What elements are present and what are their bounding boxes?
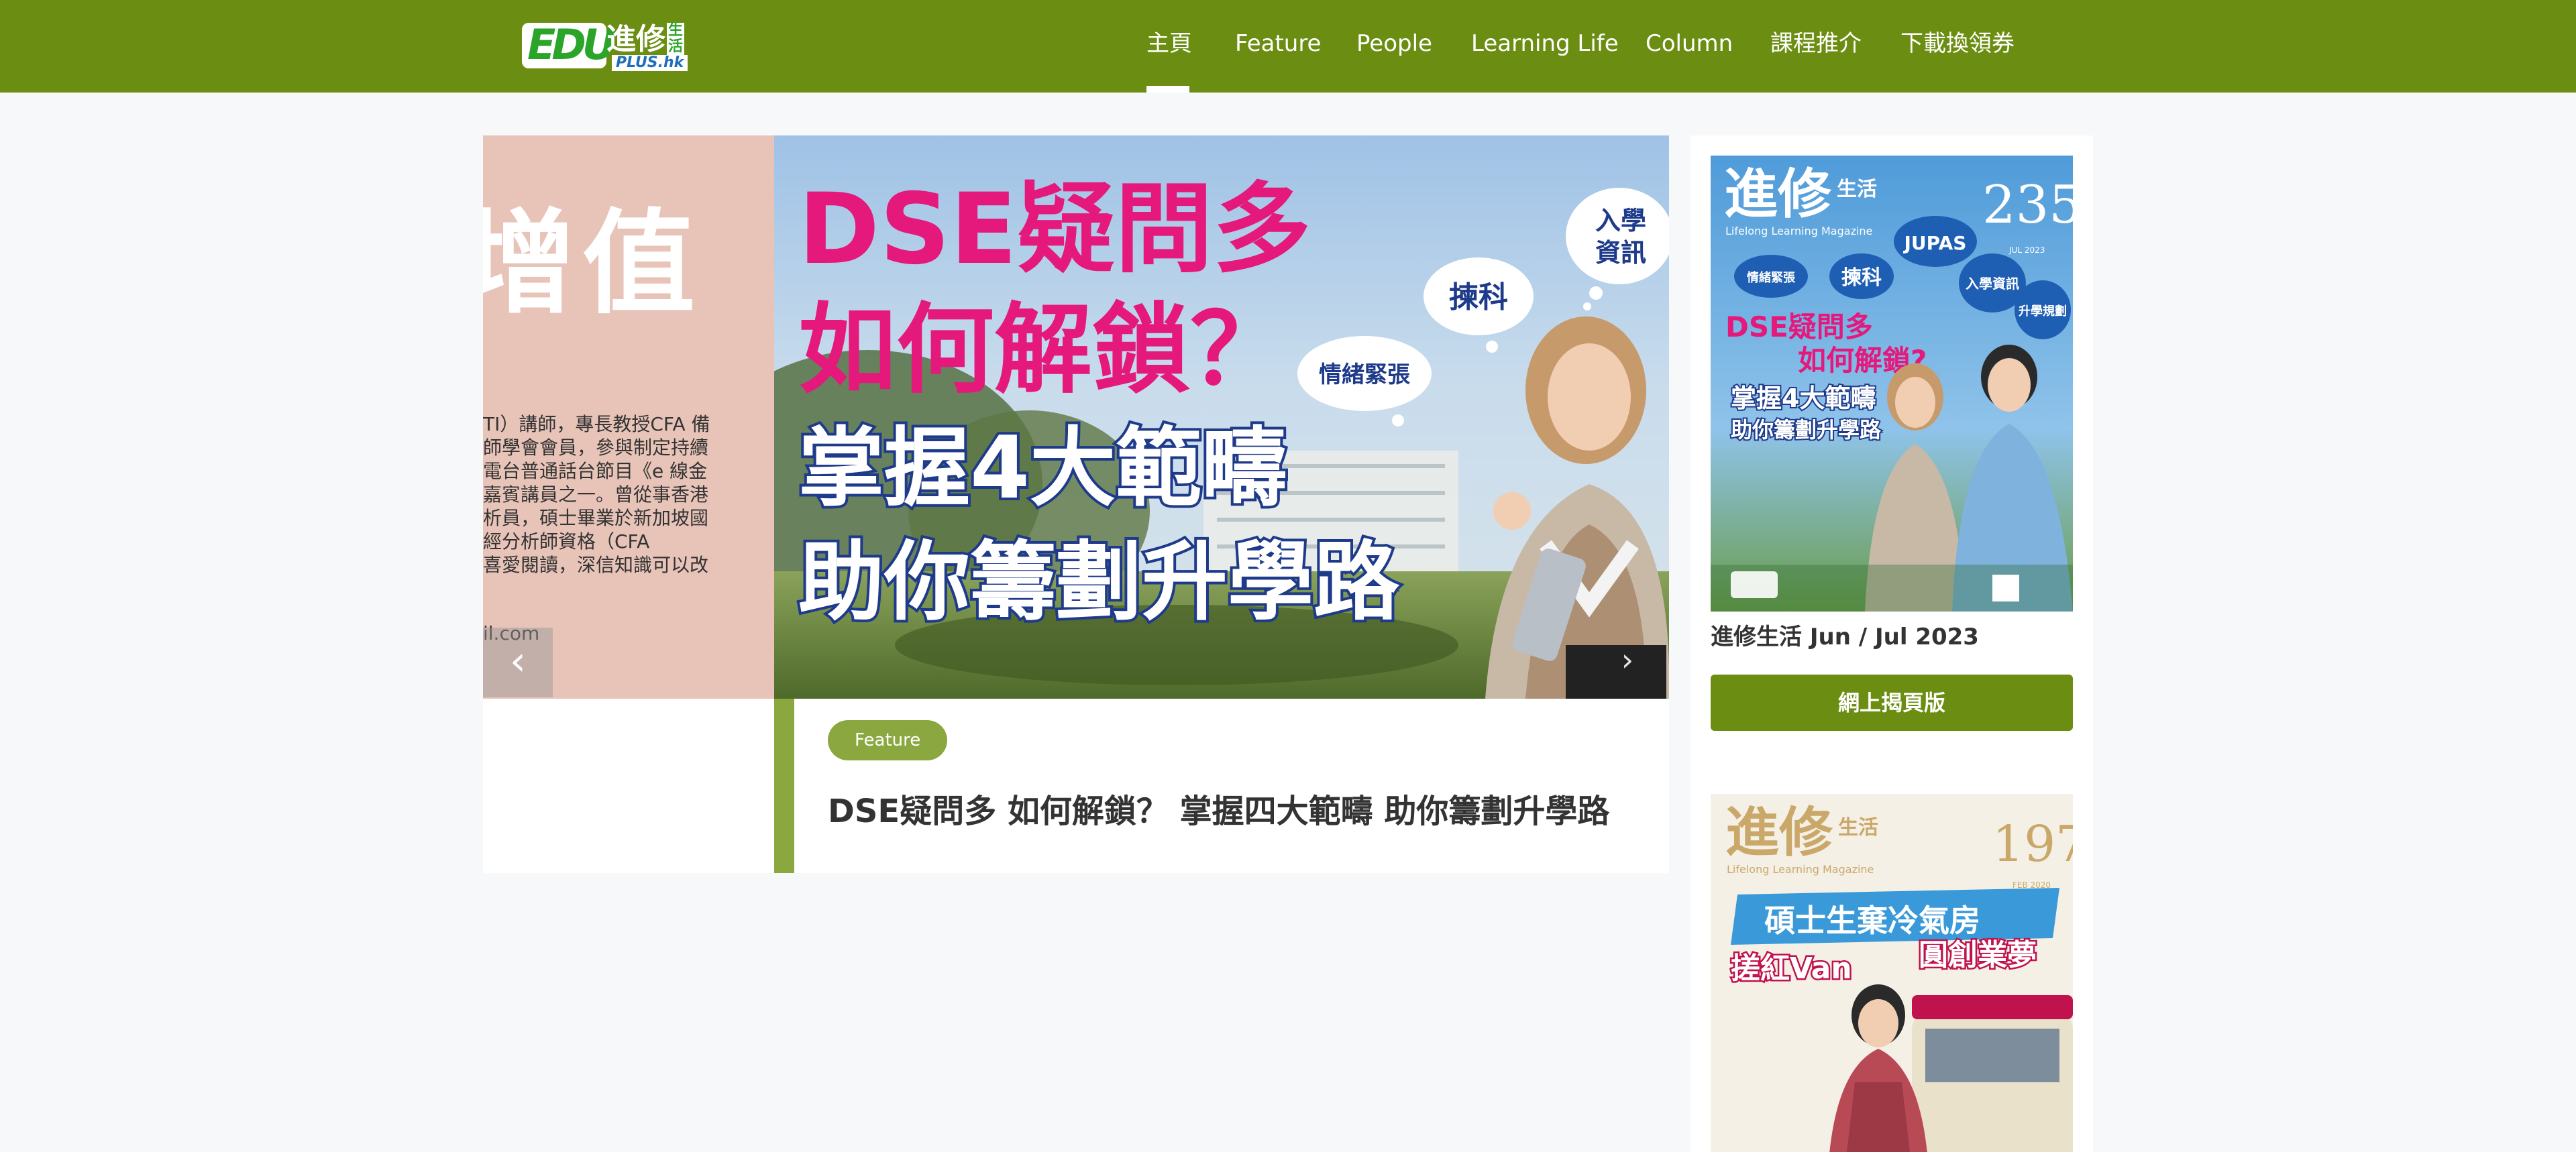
cover-english-title: Lifelong Learning Magazine <box>1725 225 1872 237</box>
nav-active-indicator <box>1146 86 1189 93</box>
cover-headline: 助你籌劃升學路 <box>1731 417 1882 443</box>
logo-plus-text: PLUS.hk <box>612 55 688 71</box>
slide-caption[interactable]: Feature DSE疑問多 如何解鎖？ 掌握四大範疇 助你籌劃升學路 <box>774 699 1669 873</box>
nav-item-learning-life[interactable]: Learning Life <box>1471 27 1619 60</box>
prev-slide-line: 析員，碩士畢業於新加坡國 <box>483 507 709 529</box>
cover-brand-small: 生活 <box>1838 816 1878 840</box>
cover-bubble: 揀科 <box>1841 266 1882 290</box>
prev-slide-line: 喜愛閱讀，深信知識可以改 <box>483 554 709 576</box>
cover-bubble: 升學規劃 <box>2019 304 2067 319</box>
carousel-prev-button[interactable]: ‹ <box>483 628 553 697</box>
cover-bubble: 入學資訊 <box>1966 276 2019 292</box>
online-flipbook-button[interactable]: 網上揭頁版 <box>1711 675 2073 731</box>
headline-line-4: 助你籌劃升學路 <box>798 532 1400 632</box>
magazine-cover-image: 進修 生活 Lifelong Learning Magazine 235 JUL… <box>1711 156 2073 612</box>
featured-carousel: 增值 TI）講師，專長教授CFA 備 師學會會員，參與制定持續 電台普通話台節目… <box>483 135 1669 873</box>
logo-chinese-small: 生活 <box>667 22 684 55</box>
prev-slide-line: 電台普通話台節目《e 線金 <box>483 460 708 482</box>
cover-issue-number: 235 <box>1982 175 2073 235</box>
nav-item-column[interactable]: Column <box>1646 27 1733 60</box>
carousel-main-slide[interactable]: 入學 資訊 揀科 情緒緊張 DSE疑問多 如何解鎖？ 掌握4大範疇 助你籌劃升學… <box>774 135 1669 699</box>
nav-item-people[interactable]: People <box>1356 27 1432 60</box>
cover-brand: 進修 <box>1725 801 1833 864</box>
carousel-next-button[interactable]: › <box>1607 640 1648 680</box>
magazine-cover-197[interactable]: 進修 生活 Lifelong Learning Magazine 197 FEB… <box>1711 794 2073 1152</box>
cover-bubble: JUPAS <box>1903 232 1967 254</box>
sidebar: 進修 生活 Lifelong Learning Magazine 235 JUL… <box>1690 135 2093 1152</box>
headline-line-1: DSE疑問多 <box>798 172 1311 286</box>
cover-brand: 進修 <box>1724 163 1832 225</box>
cover-banner: 碩士生棄冷氣房 <box>1764 903 1980 939</box>
magazine-cover-235[interactable]: 進修 生活 Lifelong Learning Magazine 235 JUL… <box>1711 156 2073 612</box>
cover-headline: 掌握4大範疇 <box>1731 384 1876 413</box>
cover-banner: 圓創業夢 <box>1919 938 2037 972</box>
cover-headline: DSE疑問多 <box>1725 310 1873 343</box>
cover-bubble: 情緒緊張 <box>1747 270 1796 285</box>
bubble-text: 資訊 <box>1595 238 1646 268</box>
cover-brand-small: 生活 <box>1837 178 1877 201</box>
bubble-text: 情緒緊張 <box>1319 361 1410 388</box>
cover-english-title: Lifelong Learning Magazine <box>1727 863 1874 876</box>
category-tag[interactable]: Feature <box>828 720 948 760</box>
nav-item-courses[interactable]: 課程推介 <box>1770 27 1862 60</box>
site-logo[interactable]: EDU 進修 生活 PLUS.hk <box>522 20 688 71</box>
logo-edu-text: EDU <box>527 20 616 69</box>
prev-slide-line: 嘉賓講員之一。曾從事香港 <box>483 483 709 506</box>
prev-slide-line: 師學會會員，參與制定持續 <box>483 437 709 459</box>
magazine-issue-title[interactable]: 進修生活 Jun / Jul 2023 <box>1711 618 1979 651</box>
bubble-text: 入學 <box>1595 206 1646 235</box>
bubble-text: 揀科 <box>1449 280 1508 314</box>
headline-line-2: 如何解鎖？ <box>798 293 1288 407</box>
logo-chinese-text: 進修 <box>606 22 665 56</box>
nav-item-feature[interactable]: Feature <box>1235 27 1321 60</box>
headline-line-3: 掌握4大範疇 <box>798 418 1287 518</box>
nav-item-download-coupon[interactable]: 下載換領券 <box>1900 27 2015 60</box>
prev-slide-bio: TI）講師，專長教授CFA 備 師學會會員，參與制定持續 電台普通話台節目《e … <box>483 412 710 577</box>
cover-date: JUL 2023 <box>2008 245 2045 255</box>
prev-slide-heading: 增值 <box>483 198 702 329</box>
carousel-prev-slide[interactable]: 增值 TI）講師，專長教授CFA 備 師學會會員，參與制定持續 電台普通話台節目… <box>483 135 774 699</box>
prev-slide-line: 經分析師資格（CFA <box>483 530 650 553</box>
cover-issue-number: 197 <box>1992 815 2073 873</box>
main-slide-image: 入學 資訊 揀科 情緒緊張 DSE疑問多 如何解鎖？ 掌握4大範疇 助你籌劃升學… <box>774 135 1669 699</box>
top-navigation-bar: EDU 進修 生活 PLUS.hk 主頁 Feature People Lear… <box>0 0 2576 93</box>
magazine-cover-image: 進修 生活 Lifelong Learning Magazine 197 FEB… <box>1711 794 2073 1152</box>
prev-slide-line: TI）講師，專長教授CFA 備 <box>483 413 710 435</box>
caption-accent-bar <box>774 699 794 873</box>
nav-item-home[interactable]: 主頁 <box>1146 27 1192 60</box>
article-title[interactable]: DSE疑問多 如何解鎖？ 掌握四大範疇 助你籌劃升學路 <box>828 785 1609 831</box>
cover-banner: 搓紅Van <box>1731 952 1852 986</box>
